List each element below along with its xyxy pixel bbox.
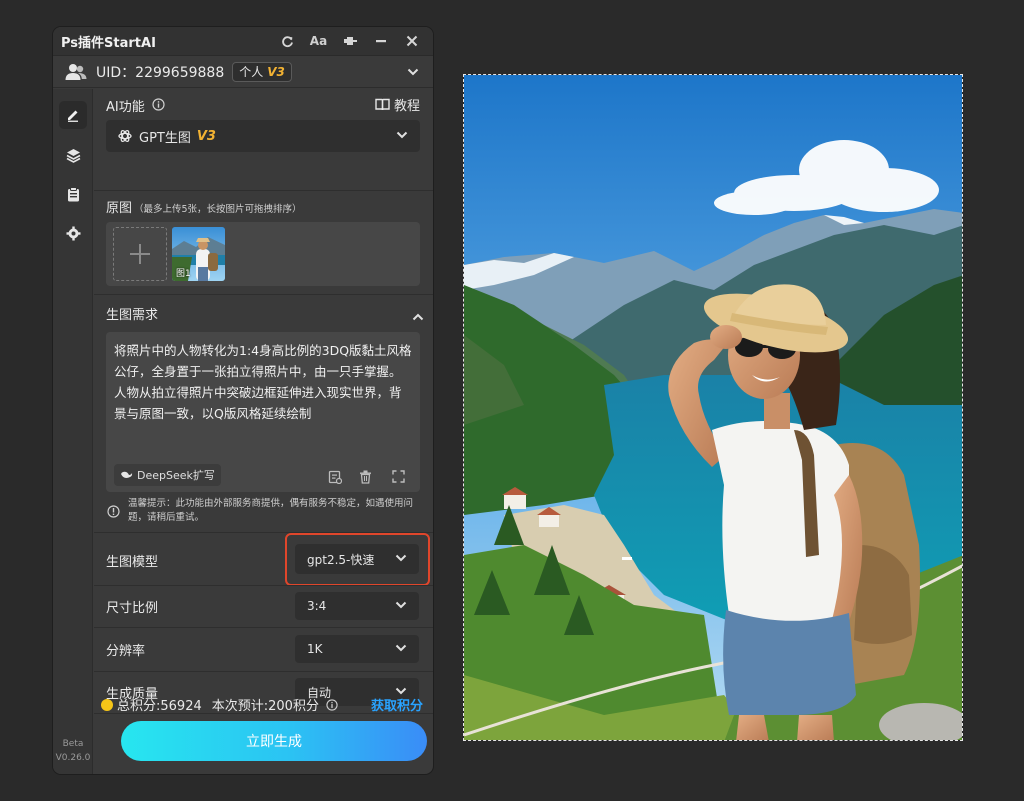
- chevron-down-icon[interactable]: [407, 68, 419, 76]
- font-size-icon[interactable]: Aa: [303, 29, 334, 53]
- chevron-down-icon: [395, 601, 407, 609]
- generate-button[interactable]: 立即生成: [121, 721, 427, 761]
- account-version-badge: V3: [267, 64, 285, 79]
- coin-icon: [101, 698, 113, 711]
- beta-label: Beta: [62, 739, 84, 749]
- estimate-credits: 本次预计:200积分: [211, 699, 319, 714]
- account-bar[interactable]: UID：2299659888 个人 V3: [53, 56, 433, 88]
- version-label: V0.26.0: [55, 753, 91, 763]
- source-image-label: 原图: [106, 201, 133, 216]
- info-icon[interactable]: [152, 98, 165, 111]
- divider: [94, 190, 433, 191]
- chevron-down-icon: [395, 687, 407, 695]
- model-label: 生图模型: [106, 555, 159, 570]
- thumbnail-label: 图1: [176, 269, 191, 279]
- account-tag: 个人 V3: [232, 61, 292, 82]
- tutorial-label: 教程: [394, 99, 421, 114]
- sidebar: Beta V0.26.0: [53, 89, 93, 774]
- source-image-hint: （最多上传5张，长按图片可拖拽排序）: [134, 204, 302, 215]
- service-notice: 温馨提示：此功能由外部服务商提供，偶有服务不稳定，如遇使用问题，请稍后重试。: [128, 498, 414, 523]
- prompt-text[interactable]: 将照片中的人物转化为1:4身高比例的3DQ版黏土风格公仔，全身置于一张拍立得照片…: [114, 340, 412, 424]
- ai-function-version: V3: [196, 128, 216, 144]
- window-title: Ps插件StartAI: [61, 35, 156, 51]
- ratio-label: 尺寸比例: [106, 601, 159, 616]
- plugin-panel: Ps插件StartAI Aa UID：2299659888 个人 V3 Beta…: [53, 27, 433, 774]
- plus-icon: [130, 244, 150, 264]
- gpt-logo-icon: [118, 129, 132, 143]
- canvas-photo[interactable]: [463, 74, 963, 741]
- source-image-header: 原图 （最多上传5张，长按图片可拖拽排序）: [106, 197, 302, 216]
- trash-icon[interactable]: [359, 470, 372, 484]
- deepseek-icon: [121, 471, 133, 478]
- divider: [94, 627, 433, 628]
- uid-text: UID：2299659888: [96, 64, 225, 81]
- clipboard-icon[interactable]: [59, 180, 87, 208]
- tutorial-link[interactable]: 教程: [375, 95, 420, 114]
- get-credits-link[interactable]: 获取积分: [371, 695, 423, 714]
- prompt-section-label: 生图需求: [106, 308, 159, 323]
- title-bar: Ps插件StartAI Aa: [53, 27, 433, 56]
- add-image-button[interactable]: [113, 227, 167, 281]
- deepseek-label: DeepSeek扩写: [137, 469, 215, 482]
- layers-icon[interactable]: [59, 141, 87, 169]
- pin-icon[interactable]: [334, 29, 365, 53]
- notice-info-icon: [107, 505, 120, 518]
- chevron-down-icon: [396, 131, 408, 139]
- ratio-select[interactable]: 3:4: [295, 592, 419, 620]
- ai-function-selected: GPT生图: [139, 130, 191, 146]
- resolution-value: 1K: [307, 642, 323, 656]
- prompt-box[interactable]: 将照片中的人物转化为1:4身高比例的3DQ版黏土风格公仔，全身置于一张拍立得照片…: [106, 332, 420, 492]
- credits-bar: 总积分:56924 本次预计:200积分: [101, 695, 338, 714]
- deepseek-expand-button[interactable]: DeepSeek扩写: [114, 464, 221, 486]
- divider: [94, 585, 433, 586]
- ai-function-select[interactable]: GPT生图 V3: [106, 120, 420, 152]
- photo-image: [464, 75, 962, 740]
- estimate-info-icon[interactable]: [326, 698, 338, 711]
- divider: [94, 294, 433, 295]
- users-icon: [65, 63, 87, 80]
- highlight-box: [285, 533, 430, 586]
- font-size-label: Aa: [309, 34, 328, 48]
- ratio-value: 3:4: [307, 599, 327, 613]
- chevron-down-icon: [395, 644, 407, 652]
- total-credits: 总积分:56924: [117, 699, 202, 714]
- history-icon[interactable]: [328, 470, 342, 484]
- divider: [94, 671, 433, 672]
- book-icon: [375, 98, 390, 111]
- upload-area: 图1: [106, 222, 420, 286]
- resolution-select[interactable]: 1K: [295, 635, 419, 663]
- fullscreen-icon[interactable]: [392, 470, 405, 483]
- ai-function-label: AI功能: [106, 100, 145, 115]
- settings-icon[interactable]: [59, 219, 87, 247]
- source-image-thumbnail[interactable]: 图1: [172, 227, 225, 281]
- account-tag-label: 个人: [239, 65, 264, 79]
- edit-icon[interactable]: [59, 101, 87, 129]
- close-icon[interactable]: [396, 29, 427, 53]
- refresh-icon[interactable]: [272, 29, 303, 53]
- chevron-up-icon[interactable]: [412, 306, 424, 325]
- main-content: AI功能 教程 GPT生图 V3 原图 （最多上传5张，长按图片可拖拽排序） 图…: [94, 89, 433, 774]
- resolution-label: 分辨率: [106, 644, 146, 659]
- minimize-icon[interactable]: [365, 29, 396, 53]
